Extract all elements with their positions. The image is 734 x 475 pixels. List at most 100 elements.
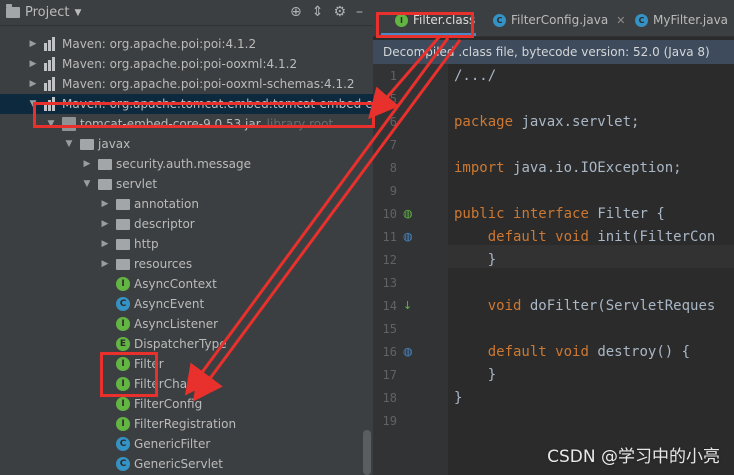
tree-item-label: AsyncListener bbox=[134, 317, 219, 331]
line-number: 16 bbox=[382, 345, 397, 359]
watermark: CSDN @学习中的小亮 bbox=[547, 447, 720, 467]
expand-arrow-icon[interactable]: ▼ bbox=[82, 174, 92, 194]
tree-item[interactable]: I AsyncListener bbox=[0, 314, 373, 334]
line-number: 11 bbox=[382, 230, 397, 244]
class-icon: C bbox=[493, 13, 506, 27]
tree-item[interactable]: C AsyncEvent bbox=[0, 294, 373, 314]
line-number: 14 bbox=[382, 299, 397, 313]
code-line: } bbox=[487, 367, 497, 383]
override-icon[interactable]: ◍ bbox=[403, 230, 413, 243]
library-icon bbox=[44, 77, 58, 91]
interface-icon: I bbox=[116, 397, 130, 411]
tree-item-label: FilterConfig bbox=[134, 397, 203, 411]
interface-icon: I bbox=[116, 277, 130, 291]
tree-item[interactable]: ▼ servlet bbox=[0, 174, 373, 194]
tree-item[interactable]: I FilterRegistration bbox=[0, 414, 373, 434]
library-icon bbox=[44, 37, 58, 51]
code-line: public interface Filter { bbox=[454, 206, 665, 222]
project-view-selector[interactable]: Project ▼ bbox=[6, 4, 82, 20]
collapse-arrow-icon[interactable]: ▶ bbox=[28, 34, 38, 54]
line-number: 9 bbox=[389, 184, 397, 198]
tree-item[interactable]: ▶ Maven: org.apache.poi:poi-ooxml:4.1.2 bbox=[0, 54, 373, 74]
tree-item[interactable]: I FilterChain bbox=[0, 374, 373, 394]
tree-item[interactable]: C GenericServlet bbox=[0, 454, 373, 474]
folder-icon bbox=[6, 4, 20, 18]
editor-gutter: 1 5 6 7 8 9 10 11 12 13 14 15 16 17 18 19 ◍ ◍ ↓ ◍ bbox=[373, 64, 448, 475]
tab-myfilter-java[interactable]: C MyFilter.java bbox=[635, 9, 728, 31]
tree-item[interactable]: ▶ descriptor bbox=[0, 214, 373, 234]
tree-item-label: GenericFilter bbox=[134, 437, 211, 451]
line-number: 7 bbox=[389, 138, 397, 152]
interface-icon: I bbox=[116, 417, 130, 431]
close-icon[interactable]: ✕ bbox=[616, 14, 625, 27]
line-number: 8 bbox=[389, 161, 397, 175]
collapse-arrow-icon[interactable]: ▶ bbox=[28, 74, 38, 94]
collapse-arrow-icon[interactable]: ▶ bbox=[100, 234, 110, 254]
line-number: 15 bbox=[382, 322, 397, 336]
annotation-box-filter-class bbox=[100, 352, 158, 397]
collapse-icon[interactable]: ⇕ bbox=[312, 4, 324, 20]
tree-item-label: Maven: org.apache.poi:poi-ooxml-schemas:… bbox=[62, 77, 355, 91]
tree-item[interactable]: ▶ resources bbox=[0, 254, 373, 274]
tree-item[interactable]: I AsyncContext bbox=[0, 274, 373, 294]
tree-item[interactable]: ▶ Maven: org.apache.poi:poi-ooxml-schemas… bbox=[0, 74, 373, 94]
line-number: 1 bbox=[389, 69, 397, 83]
tree-item[interactable]: I FilterConfig bbox=[0, 394, 373, 414]
tree-item[interactable]: ▶ Maven: org.apache.poi:poi:4.1.2 bbox=[0, 34, 373, 54]
tree-item[interactable]: ▶ security.auth.message bbox=[0, 154, 373, 174]
line-number: 10 bbox=[382, 207, 397, 221]
tree-item[interactable]: ▼ javax bbox=[0, 134, 373, 154]
implemented-icon[interactable]: ↓ bbox=[403, 299, 412, 312]
line-number: 17 bbox=[382, 368, 397, 382]
class-icon: C bbox=[635, 13, 648, 27]
chevron-down-icon: ▼ bbox=[74, 7, 82, 18]
class-icon: C bbox=[116, 457, 130, 471]
line-number: 5 bbox=[389, 92, 397, 106]
tree-item-label: FilterRegistration bbox=[134, 417, 237, 431]
tree-item-label: Maven: org.apache.poi:poi-ooxml:4.1.2 bbox=[62, 57, 298, 71]
tab-label: MyFilter.java bbox=[653, 13, 729, 27]
tree-item[interactable]: ▶ annotation bbox=[0, 194, 373, 214]
tree-item[interactable]: C GenericFilter bbox=[0, 434, 373, 454]
hide-icon[interactable]: – bbox=[356, 4, 363, 20]
package-icon bbox=[116, 219, 130, 230]
collapse-arrow-icon[interactable]: ▶ bbox=[82, 154, 92, 174]
implemented-icon[interactable]: ◍ bbox=[403, 207, 413, 220]
crosshair-icon[interactable]: ⊕ bbox=[290, 4, 302, 20]
decompiled-info-bar: Decompiled .class file, bytecode version… bbox=[373, 40, 734, 64]
interface-icon: I bbox=[116, 317, 130, 331]
code-area[interactable]: /.../ package javax.servlet; import java.i… bbox=[448, 64, 734, 475]
project-title: Project bbox=[25, 5, 70, 20]
collapse-arrow-icon[interactable]: ▶ bbox=[100, 194, 110, 214]
tree-item-label: resources bbox=[134, 257, 193, 271]
package-icon bbox=[98, 179, 112, 190]
collapse-arrow-icon[interactable]: ▶ bbox=[100, 214, 110, 234]
tab-label: FilterConfig.java bbox=[511, 13, 609, 27]
package-icon bbox=[116, 199, 130, 210]
line-number: 13 bbox=[382, 276, 397, 290]
tree-item[interactable]: ▶ http bbox=[0, 234, 373, 254]
tree-item[interactable]: I Filter bbox=[0, 354, 373, 374]
tree-item-label: http bbox=[134, 237, 159, 251]
package-icon bbox=[116, 259, 130, 270]
expand-arrow-icon[interactable]: ▼ bbox=[64, 134, 74, 154]
gear-icon[interactable]: ⚙ bbox=[333, 4, 346, 20]
collapse-arrow-icon[interactable]: ▶ bbox=[100, 254, 110, 274]
override-icon[interactable]: ◍ bbox=[403, 345, 413, 358]
tree-item-label: javax bbox=[98, 137, 131, 151]
tree-item-label: security.auth.message bbox=[116, 157, 252, 171]
tree-item-label: descriptor bbox=[134, 217, 195, 231]
code-line: } bbox=[454, 390, 463, 406]
collapse-arrow-icon[interactable]: ▶ bbox=[28, 54, 38, 74]
project-panel-header: Project ▼ ⊕ ⇕ ⚙ – bbox=[0, 0, 373, 26]
tab-filterconfig-java[interactable]: C FilterConfig.java ✕ bbox=[493, 9, 625, 31]
code-line: } bbox=[487, 252, 497, 268]
code-line: import java.io.IOException; bbox=[454, 160, 682, 176]
class-icon: C bbox=[116, 437, 130, 451]
annotation-box-filter-tab bbox=[376, 12, 474, 38]
project-panel: Project ▼ ⊕ ⇕ ⚙ – ▶ Maven: org.apache.poi… bbox=[0, 0, 373, 475]
line-number: 6 bbox=[389, 115, 397, 129]
tree-item-label: AsyncContext bbox=[134, 277, 217, 291]
tree-item[interactable]: E DispatcherType bbox=[0, 334, 373, 354]
tree-scrollbar[interactable] bbox=[363, 430, 371, 475]
